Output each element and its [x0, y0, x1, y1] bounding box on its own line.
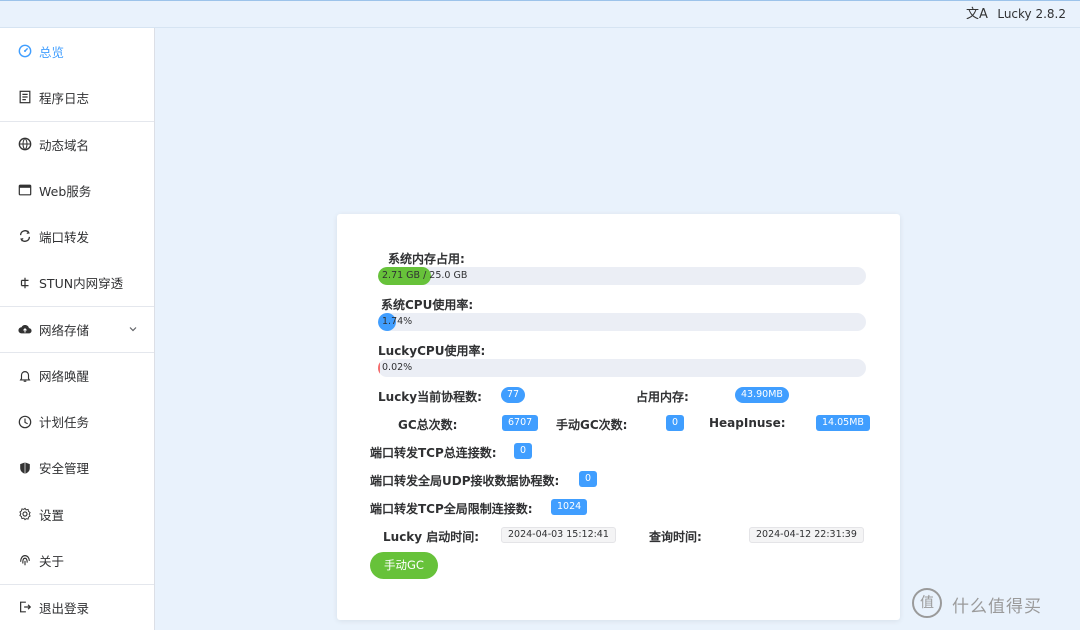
gear-icon — [18, 507, 32, 521]
sidebar-item-label: STUN内网穿透 — [39, 276, 124, 292]
port-forward-icon — [18, 229, 32, 243]
goroutines-value: 77 — [501, 387, 526, 403]
goroutines-label: Lucky当前协程数: — [378, 390, 482, 404]
udp-goroutines-value: 0 — [579, 471, 598, 487]
sidebar-item-label: 网络唤醒 — [39, 369, 90, 385]
mem-usage-text: 2.71 GB / 25.0 GB — [382, 270, 468, 281]
watermark-logo-icon: 值 — [912, 588, 942, 618]
fingerprint-icon — [18, 553, 32, 567]
sidebar-item-wol[interactable]: 网络唤醒 — [0, 352, 154, 398]
mem-usage-bar: 2.71 GB / 25.0 GB — [378, 267, 866, 285]
stun-icon — [18, 276, 32, 290]
sidebar-item-label: 计划任务 — [39, 415, 90, 431]
sidebar-item-tasks[interactable]: 计划任务 — [0, 398, 154, 444]
sidebar-item-label: 端口转发 — [39, 229, 90, 245]
clock-icon — [18, 415, 32, 429]
web-window-icon — [18, 183, 32, 197]
dns-icon — [18, 137, 32, 151]
sidebar-item-label: 关于 — [39, 553, 65, 569]
log-icon — [18, 90, 32, 104]
sidebar-item-overview[interactable]: 总览 — [0, 28, 154, 74]
manual-gc-button[interactable]: 手动GC — [370, 552, 438, 579]
heap-inuse-value: 14.05MB — [816, 415, 870, 431]
tcp-limit-value: 1024 — [551, 499, 588, 515]
sidebar-item-label: 安全管理 — [39, 461, 90, 477]
mem-used-label: 占用内存: — [636, 390, 689, 404]
lucky-cpu-bar: 0.02% — [378, 359, 866, 377]
heap-inuse-label: HeapInuse: — [709, 416, 786, 430]
sidebar-item-settings[interactable]: 设置 — [0, 491, 154, 537]
sidebar-item-storage[interactable]: 网络存储 — [0, 305, 154, 352]
lucky-cpu-text: 0.02% — [382, 362, 413, 373]
watermark-text: 什么值得买 — [952, 597, 1042, 617]
sidebar-item-label: 设置 — [39, 507, 65, 523]
tcp-conn-value: 0 — [514, 443, 533, 459]
cpu-usage-label: 系统CPU使用率: — [381, 298, 474, 312]
sidebar-item-label: 网络存储 — [39, 322, 90, 338]
lucky-cpu-label: LuckyCPU使用率: — [378, 344, 486, 358]
query-time-label: 查询时间: — [649, 530, 702, 544]
sidebar-item-security[interactable]: 安全管理 — [0, 445, 154, 491]
sidebar-item-logout[interactable]: 退出登录 — [0, 583, 154, 630]
sidebar-item-label: 退出登录 — [39, 600, 90, 616]
sidebar-item-ddns[interactable]: 动态域名 — [0, 120, 154, 167]
shield-icon — [18, 461, 32, 475]
sidebar-item-logs[interactable]: 程序日志 — [0, 74, 154, 120]
sidebar-item-label: 动态域名 — [39, 137, 90, 153]
tcp-conn-label: 端口转发TCP总连接数: — [370, 446, 497, 460]
start-time-value: 2024-04-03 15:12:41 — [501, 527, 616, 543]
top-header: 文A Lucky 2.8.2 — [0, 0, 1080, 28]
manual-gc-label: 手动GC次数: — [556, 418, 628, 432]
translate-icon[interactable]: 文A — [966, 5, 988, 25]
gc-count-value: 6707 — [502, 415, 539, 431]
sidebar-item-label: Web服务 — [39, 183, 92, 199]
cpu-usage-text: 1.74% — [382, 316, 413, 327]
logout-icon — [18, 600, 32, 614]
cloud-upload-icon — [18, 322, 32, 336]
query-time-value: 2024-04-12 22:31:39 — [749, 527, 864, 543]
sidebar-item-port-forward[interactable]: 端口转发 — [0, 213, 154, 259]
watermark: 值 什么值得买 — [912, 588, 1072, 622]
chevron-down-icon[interactable] — [128, 324, 138, 334]
udp-goroutines-label: 端口转发全局UDP接收数据协程数: — [370, 474, 560, 488]
sidebar-item-about[interactable]: 关于 — [0, 537, 154, 583]
overview-card: 系统内存占用: 2.71 GB / 25.0 GB 系统CPU使用率: 1.74… — [337, 214, 900, 620]
sidebar-item-web[interactable]: Web服务 — [0, 167, 154, 213]
bell-icon — [18, 369, 32, 383]
sidebar-item-label: 总览 — [39, 44, 65, 60]
sidebar: 总览 程序日志 动态域名 Web服务 端口转发 STUN内网穿透 网络存储 网络… — [0, 28, 155, 630]
mem-usage-label: 系统内存占用: — [388, 252, 465, 266]
sidebar-item-stun[interactable]: STUN内网穿透 — [0, 259, 154, 305]
start-time-label: Lucky 启动时间: — [383, 530, 480, 544]
manual-gc-value: 0 — [666, 415, 685, 431]
dashboard-icon — [18, 44, 32, 58]
gc-count-label: GC总次数: — [398, 418, 458, 432]
cpu-usage-bar: 1.74% — [378, 313, 866, 331]
mem-used-value: 43.90MB — [735, 387, 789, 403]
lucky-cpu-fill — [378, 359, 380, 377]
tcp-limit-label: 端口转发TCP全局限制连接数: — [370, 502, 533, 516]
version-label: Lucky 2.8.2 — [997, 7, 1066, 21]
sidebar-item-label: 程序日志 — [39, 90, 90, 106]
